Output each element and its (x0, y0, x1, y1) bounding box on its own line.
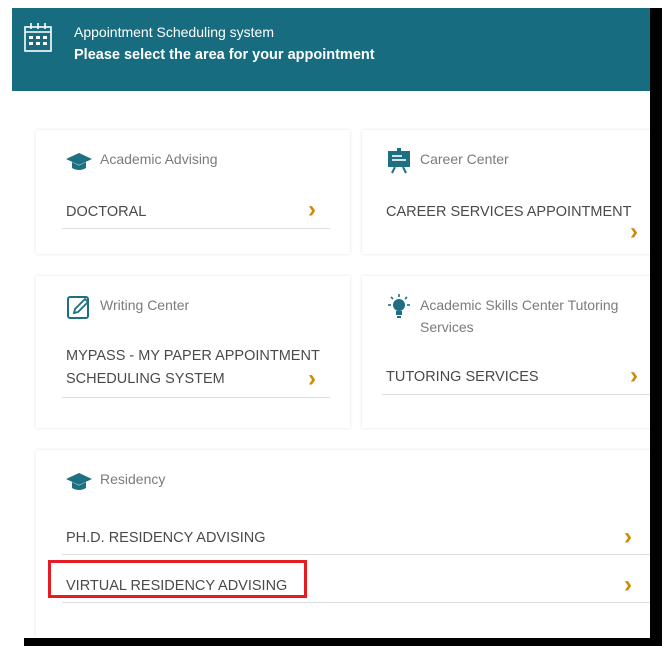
chevron-right-icon[interactable]: › (308, 198, 316, 222)
card-residency: Residency PH.D. RESIDENCY ADVISING › VIR… (36, 450, 650, 638)
header-bar: Appointment Scheduling system Please sel… (12, 8, 650, 91)
chevron-right-icon[interactable]: › (624, 525, 632, 549)
divider (62, 554, 650, 555)
divider (382, 394, 650, 395)
lightbulb-icon (388, 294, 410, 318)
link-doctoral[interactable]: DOCTORAL (66, 201, 146, 224)
card-academic-advising: Academic Advising DOCTORAL › (36, 130, 350, 254)
link-mypass-line2: SCHEDULING SYSTEM (66, 371, 225, 387)
pencil-edit-icon (67, 296, 90, 319)
card-title: Residency (100, 471, 166, 487)
chevron-right-icon[interactable]: › (624, 573, 632, 597)
card-header: Residency (66, 468, 165, 494)
calendar-icon (24, 23, 52, 52)
card-academic-skills-center: Academic Skills Center Tutoring Services… (362, 276, 650, 428)
link-phd-residency-advising[interactable]: PH.D. RESIDENCY ADVISING (66, 527, 266, 550)
chevron-right-icon[interactable]: › (630, 220, 638, 244)
divider (62, 397, 330, 398)
card-title-line2: Services (420, 319, 474, 335)
graduation-cap-icon (66, 473, 92, 490)
frame-shadow-bottom (24, 638, 662, 646)
divider (62, 602, 650, 603)
card-writing-center: Writing Center MYPASS - MY PAPER APPOINT… (36, 276, 350, 428)
header-title: Appointment Scheduling system (74, 24, 274, 40)
card-title: Career Center (420, 151, 509, 167)
chevron-right-icon[interactable]: › (630, 364, 638, 388)
divider (62, 228, 330, 229)
card-header: Academic Skills Center Tutoring Services (386, 294, 618, 338)
link-mypass[interactable]: MYPASS - MY PAPER APPOINTMENT SCHEDULING… (66, 345, 320, 391)
frame-shadow-right (650, 8, 662, 644)
chevron-right-icon[interactable]: › (308, 367, 316, 391)
appointment-page: Appointment Scheduling system Please sel… (12, 8, 650, 638)
presentation-board-icon (388, 148, 410, 174)
card-title: Writing Center (100, 297, 190, 313)
header-subtitle: Please select the area for your appointm… (74, 47, 375, 63)
card-header: Career Center (386, 148, 509, 174)
link-tutoring-services[interactable]: TUTORING SERVICES (386, 366, 539, 389)
card-header: Writing Center (66, 294, 189, 320)
link-career-services-appointment[interactable]: CAREER SERVICES APPOINTMENT (386, 201, 631, 224)
card-career-center: Career Center CAREER SERVICES APPOINTMEN… (362, 130, 650, 254)
card-title: Academic Skills Center Tutoring Services (420, 294, 618, 338)
highlight-box (48, 560, 307, 598)
card-header: Academic Advising (66, 148, 218, 174)
card-title-line1: Academic Skills Center Tutoring (420, 297, 619, 313)
card-title: Academic Advising (100, 151, 218, 167)
link-mypass-line1: MYPASS - MY PAPER APPOINTMENT (66, 348, 320, 364)
graduation-cap-icon (66, 153, 92, 170)
